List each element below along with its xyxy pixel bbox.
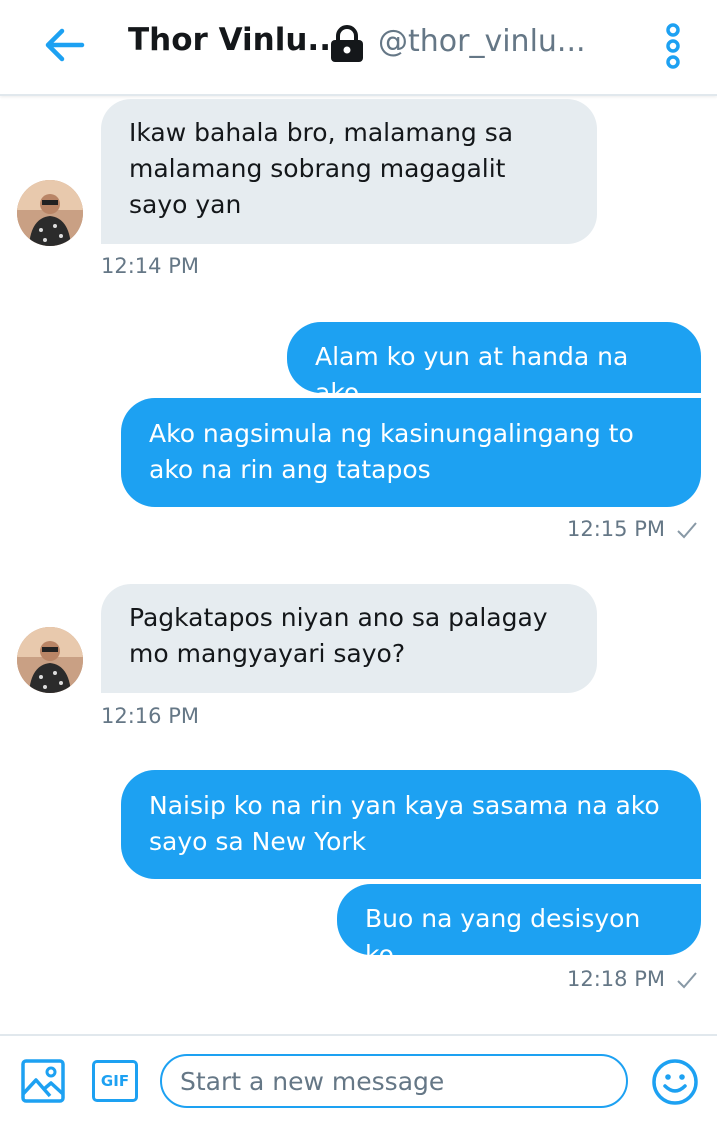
lock-icon	[331, 25, 363, 62]
avatar[interactable]	[17, 180, 83, 246]
message-bubble-incoming[interactable]: Pagkatapos niyan ano sa palagay mo mangy…	[101, 584, 597, 693]
message-input[interactable]	[160, 1054, 628, 1108]
contact-handle: @thor_vinlu...	[378, 24, 586, 59]
message-timestamp: 12:18 PM	[567, 967, 665, 991]
back-arrow-icon	[45, 28, 85, 62]
gif-icon: GIF	[100, 1072, 130, 1090]
message-bubble-outgoing[interactable]: Alam ko yun at handa na ako	[287, 322, 701, 407]
add-photo-button[interactable]	[20, 1058, 66, 1108]
message-bubble-outgoing[interactable]: Ako nagsimula ng kasinungalingang to ako…	[121, 398, 701, 507]
checkmark-icon	[677, 522, 697, 539]
image-icon	[21, 1059, 65, 1103]
message-bubble-incoming[interactable]: Ikaw bahala bro, malamang sa malamang so…	[101, 99, 597, 244]
emoji-button[interactable]	[651, 1058, 699, 1110]
message-timestamp: 12:14 PM	[101, 254, 199, 278]
avatar[interactable]	[17, 627, 83, 693]
contact-name[interactable]: Thor Vinlu...	[128, 22, 343, 58]
add-gif-button[interactable]: GIF	[92, 1060, 138, 1102]
back-button[interactable]	[38, 22, 88, 68]
conversation-header: Thor Vinlu... @thor_vinlu...	[0, 0, 717, 96]
more-vertical-icon	[666, 23, 680, 69]
message-bubble-outgoing[interactable]: Naisip ko na rin yan kaya sasama na ako …	[121, 770, 701, 879]
avatar-photo	[17, 180, 83, 246]
checkmark-icon	[677, 972, 697, 989]
emoji-icon	[652, 1059, 698, 1105]
message-timestamp: 12:15 PM	[567, 517, 665, 541]
more-options-button[interactable]	[657, 22, 689, 70]
message-bubble-outgoing[interactable]: Buo na yang desisyon ko	[337, 884, 701, 969]
avatar-photo	[17, 627, 83, 693]
message-timestamp: 12:16 PM	[101, 704, 199, 728]
